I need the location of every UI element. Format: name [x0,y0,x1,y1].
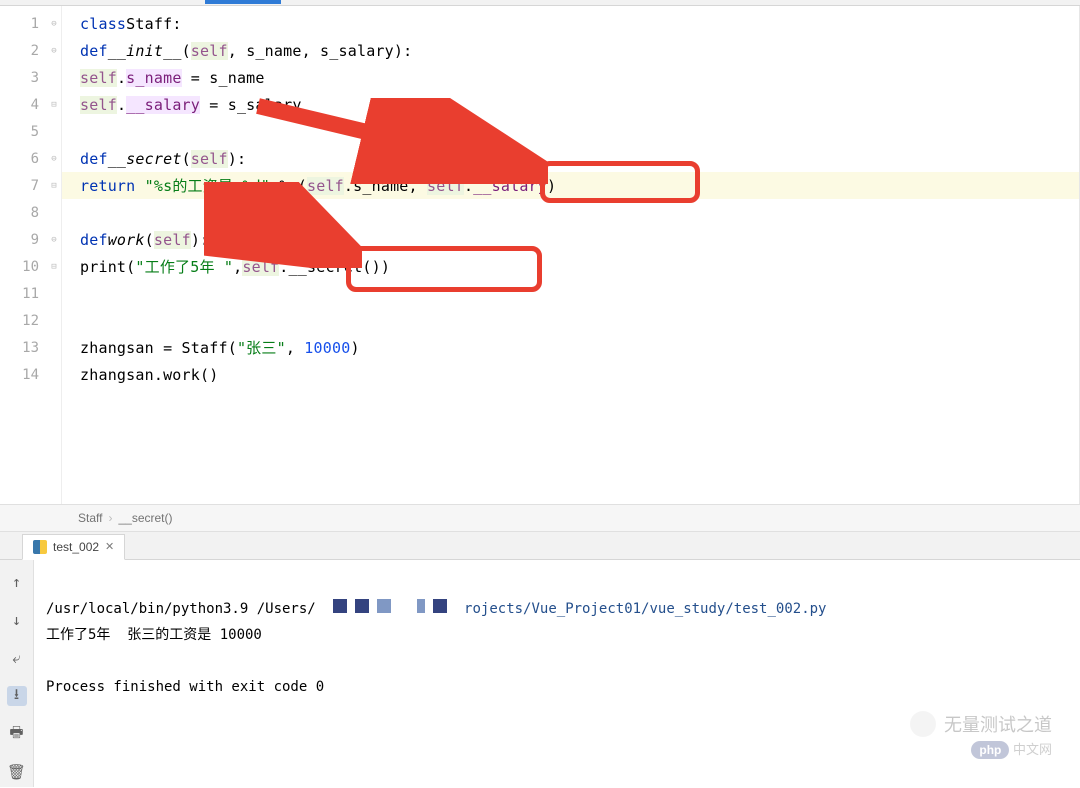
run-tab-label: test_002 [53,540,99,554]
code-line[interactable]: zhangsan.work() [62,361,1079,388]
breadcrumb[interactable]: Staff › __secret() [0,504,1080,532]
print-icon[interactable]: 🖶 [7,724,27,744]
breadcrumb-item[interactable]: __secret() [118,511,172,525]
arrow-down-icon[interactable]: ↓ [7,610,27,630]
console-toolbar: ↑ ↓ ⤶ ⭳ 🖶 🗑 [0,560,34,787]
gutter: 1⊖ 2⊖ 3 4⊟ 5 6⊖ 7⊟ 8 9⊖ 10⊟ 11 12 13 14 [0,6,62,504]
fold-open-icon[interactable]: ⊖ [49,235,59,245]
line-number: 6⊖ [0,145,61,172]
code-line-current[interactable]: return "%s的工资是 %d" % (self.s_name, self.… [62,172,1079,199]
line-number: 4⊟ [0,91,61,118]
run-tab-strip: test_002 ✕ [0,532,1080,560]
code-line[interactable]: def work(self): [62,226,1079,253]
arrow-up-icon[interactable]: ↑ [7,572,27,592]
fold-open-icon[interactable]: ⊖ [49,46,59,56]
breadcrumb-item[interactable]: Staff [78,511,102,525]
fold-close-icon[interactable]: ⊟ [49,181,59,191]
fold-open-icon[interactable]: ⊖ [49,19,59,29]
line-number: 7⊟ [0,172,61,199]
code-line[interactable]: zhangsan = Staff("张三", 10000) [62,334,1079,361]
code-line[interactable] [62,307,1079,334]
console-stdout: 工作了5年 张三的工资是 10000 [46,627,262,643]
line-number: 10⊟ [0,253,61,280]
code-content[interactable]: class Staff: def __init__(self, s_name, … [62,6,1079,504]
line-number: 3 [0,64,61,91]
line-number: 13 [0,334,61,361]
code-line[interactable]: self.s_name = s_name [62,64,1079,91]
code-line[interactable]: class Staff: [62,10,1079,37]
fold-close-icon[interactable]: ⊟ [49,262,59,272]
active-tab-indicator [205,0,281,4]
close-icon[interactable]: ✕ [105,540,114,553]
fold-close-icon[interactable]: ⊟ [49,100,59,110]
line-number: 12 [0,307,61,334]
code-line[interactable] [62,199,1079,226]
line-number: 14 [0,361,61,388]
chevron-right-icon: › [108,511,112,525]
console-panel: ↑ ↓ ⤶ ⭳ 🖶 🗑 /usr/local/bin/python3.9 /Us… [0,560,1080,787]
line-number: 1⊖ [0,10,61,37]
line-number: 9⊖ [0,226,61,253]
line-number: 2⊖ [0,37,61,64]
code-line[interactable]: def __init__(self, s_name, s_salary): [62,37,1079,64]
fold-open-icon[interactable]: ⊖ [49,154,59,164]
editor-area: 1⊖ 2⊖ 3 4⊟ 5 6⊖ 7⊟ 8 9⊖ 10⊟ 11 12 13 14 … [0,6,1080,504]
trash-icon[interactable]: 🗑 [7,762,27,782]
line-number: 8 [0,199,61,226]
scroll-to-end-icon[interactable]: ⭳ [7,686,27,706]
console-output[interactable]: /usr/local/bin/python3.9 /Users/ rojects… [34,560,1080,787]
code-line[interactable]: def __secret(self): [62,145,1079,172]
line-number: 5 [0,118,61,145]
line-number: 11 [0,280,61,307]
run-tab[interactable]: test_002 ✕ [22,534,125,560]
python-file-icon [33,540,47,554]
console-path-suffix: rojects/Vue_Project01/vue_study/test_002… [464,601,826,617]
code-line[interactable] [62,280,1079,307]
console-exit: Process finished with exit code 0 [46,679,324,695]
console-path: /usr/local/bin/python3.9 /Users/ [46,601,316,617]
code-line[interactable]: print("工作了5年 ",self.__secret()) [62,253,1079,280]
code-line[interactable]: self.__salary = s_salary [62,91,1079,118]
wrap-lines-icon[interactable]: ⤶ [7,648,27,668]
code-line[interactable] [62,118,1079,145]
